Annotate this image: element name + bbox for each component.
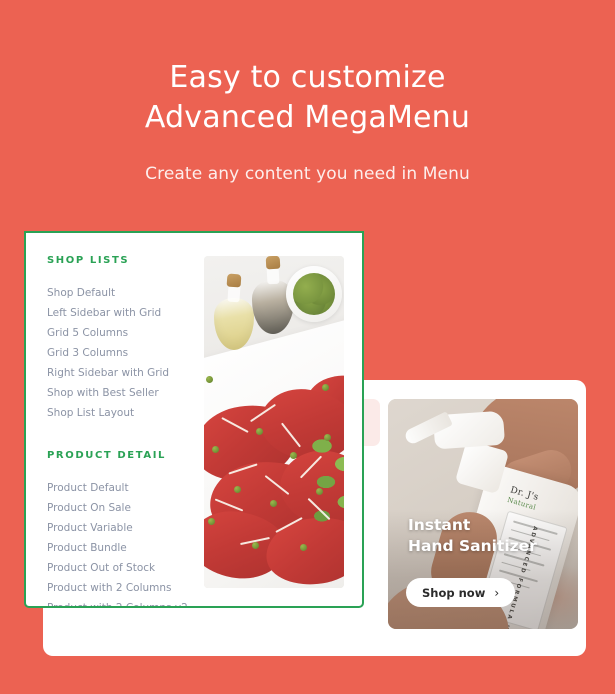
menu-link-product-with-2-columns[interactable]: Product with 2 Columns	[47, 578, 196, 598]
caper-berry	[206, 376, 213, 383]
menu-link-left-sidebar-with-grid[interactable]: Left Sidebar with Grid	[47, 303, 196, 323]
shop-now-button[interactable]: Shop now ›	[406, 578, 516, 607]
caper-berry	[234, 486, 241, 493]
menu-link-product-out-of-stock[interactable]: Product Out of Stock	[47, 558, 196, 578]
caper-bowl-shape	[286, 266, 342, 322]
megamenu-food-image	[204, 256, 344, 588]
menu-link-product-bundle[interactable]: Product Bundle	[47, 538, 196, 558]
caper-berry	[212, 446, 219, 453]
megamenu-column: SHOP LISTS Shop Default Left Sidebar wit…	[26, 233, 196, 606]
menu-link-product-default[interactable]: Product Default	[47, 478, 196, 498]
caper-berry	[290, 452, 297, 459]
page-subtitle: Create any content you need in Menu	[145, 164, 470, 184]
caper-berry	[324, 434, 331, 441]
chevron-right-icon: ›	[494, 585, 500, 600]
capers-in-bowl	[293, 273, 335, 315]
menu-link-product-on-sale[interactable]: Product On Sale	[47, 498, 196, 518]
caper-berry	[208, 518, 215, 525]
menu-link-shop-default[interactable]: Shop Default	[47, 283, 196, 303]
menu-link-grid-5-columns[interactable]: Grid 5 Columns	[47, 323, 196, 343]
page-title: Easy to customize Advanced MegaMenu	[0, 58, 615, 138]
oil-cruet-cork	[226, 273, 242, 288]
promo-title-line-1: Instant	[408, 516, 471, 534]
caper-berry	[300, 544, 307, 551]
megamenu-heading-product-detail: PRODUCT DETAIL	[47, 450, 167, 461]
caper-berry	[252, 542, 259, 549]
oil-cruet-shape	[214, 298, 254, 350]
menu-link-shop-list-layout[interactable]: Shop List Layout	[47, 403, 196, 423]
page-header: Easy to customize Advanced MegaMenu Crea…	[0, 0, 615, 186]
caper-berry	[270, 500, 277, 507]
headline-line-1: Easy to customize	[169, 60, 446, 95]
menu-link-right-sidebar-with-grid[interactable]: Right Sidebar with Grid	[47, 363, 196, 383]
food-photo	[204, 256, 344, 588]
vinegar-cruet-cork	[265, 256, 281, 270]
promo-card-hand-sanitizer[interactable]: Dr. J's Natural ADVANCED FORMULA HAND SA…	[388, 399, 578, 629]
menu-link-product-variable[interactable]: Product Variable	[47, 518, 196, 538]
promo-title-line-2: Hand Sanitizer	[408, 537, 537, 555]
caper-berry	[322, 384, 329, 391]
caper-berry	[316, 488, 323, 495]
headline-line-2: Advanced MegaMenu	[144, 100, 471, 135]
caper-berry	[256, 428, 263, 435]
menu-link-shop-with-best-seller[interactable]: Shop with Best Seller	[47, 383, 196, 403]
menu-link-grid-3-columns[interactable]: Grid 3 Columns	[47, 343, 196, 363]
megamenu-heading-shop-lists: SHOP LISTS	[47, 255, 130, 266]
shop-now-label: Shop now	[422, 585, 486, 600]
menu-link-product-with-2-columns-v2[interactable]: Product with 2 Columns v2	[47, 598, 196, 606]
promo-title: Instant Hand Sanitizer	[408, 515, 537, 557]
